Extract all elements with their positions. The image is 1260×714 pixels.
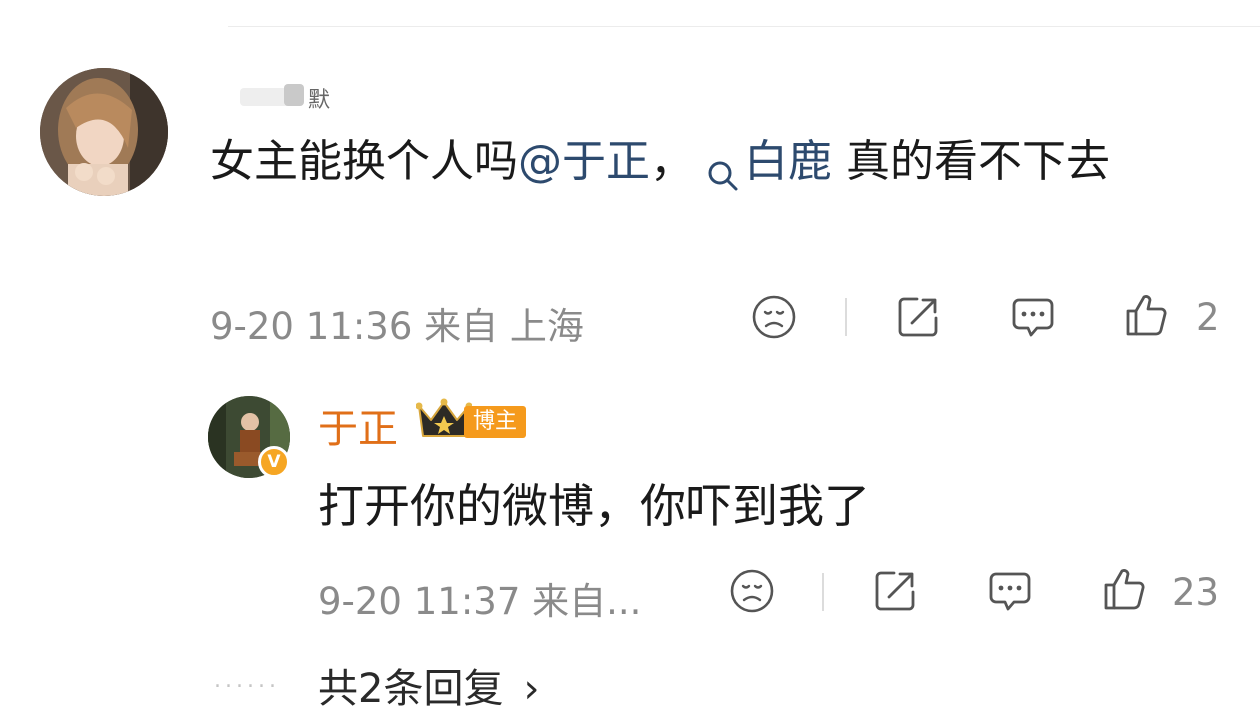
blogger-tag: 博主: [464, 406, 527, 438]
like-icon[interactable]: [1102, 566, 1148, 612]
magnifier-icon: [706, 147, 740, 191]
share-icon[interactable]: [872, 568, 918, 614]
comment-meta: 9-20 11:36 来自 上海: [210, 305, 584, 348]
sad-face-icon[interactable]: [751, 294, 797, 340]
username-blur-dark: [284, 84, 304, 106]
comment-text: 女主能换个人吗@于正， 白鹿 真的看不下去: [210, 130, 1220, 194]
top-divider: [228, 26, 1260, 27]
more-replies-label: 共2条回复: [318, 666, 504, 712]
comment-text-part: ，: [650, 136, 694, 187]
commenter-username[interactable]: 默: [236, 82, 346, 113]
more-replies-link[interactable]: 共2条回复 ›: [318, 656, 539, 714]
avatar-image: [40, 68, 168, 196]
reply-like-count: 23: [1172, 571, 1220, 614]
verified-badge: V: [258, 446, 290, 478]
reply-text: 打开你的微博，你吓到我了: [318, 479, 870, 533]
chevron-right-icon: ›: [523, 666, 540, 712]
dotted-separator: ......: [214, 668, 280, 693]
share-icon[interactable]: [895, 294, 941, 340]
comment-text-part: 女主能换个人吗: [210, 136, 518, 187]
comment-icon[interactable]: [987, 568, 1033, 614]
topic-link[interactable]: 白鹿: [694, 136, 832, 191]
mention-link[interactable]: @于正: [518, 136, 650, 187]
action-divider: [845, 298, 847, 336]
reply-meta: 9-20 11:37 来自...: [318, 580, 642, 623]
commenter-avatar[interactable]: [40, 68, 168, 196]
reply-username[interactable]: 于正: [318, 396, 398, 454]
sad-face-icon[interactable]: [729, 568, 775, 614]
comment-icon[interactable]: [1010, 294, 1056, 340]
topic-label: 白鹿: [744, 136, 832, 187]
like-icon[interactable]: [1124, 292, 1170, 338]
comment-text-part: 真的看不下去: [832, 136, 1110, 187]
like-count: 2: [1196, 296, 1220, 339]
action-divider: [822, 573, 824, 611]
commenter-username-text: 默: [308, 88, 331, 113]
